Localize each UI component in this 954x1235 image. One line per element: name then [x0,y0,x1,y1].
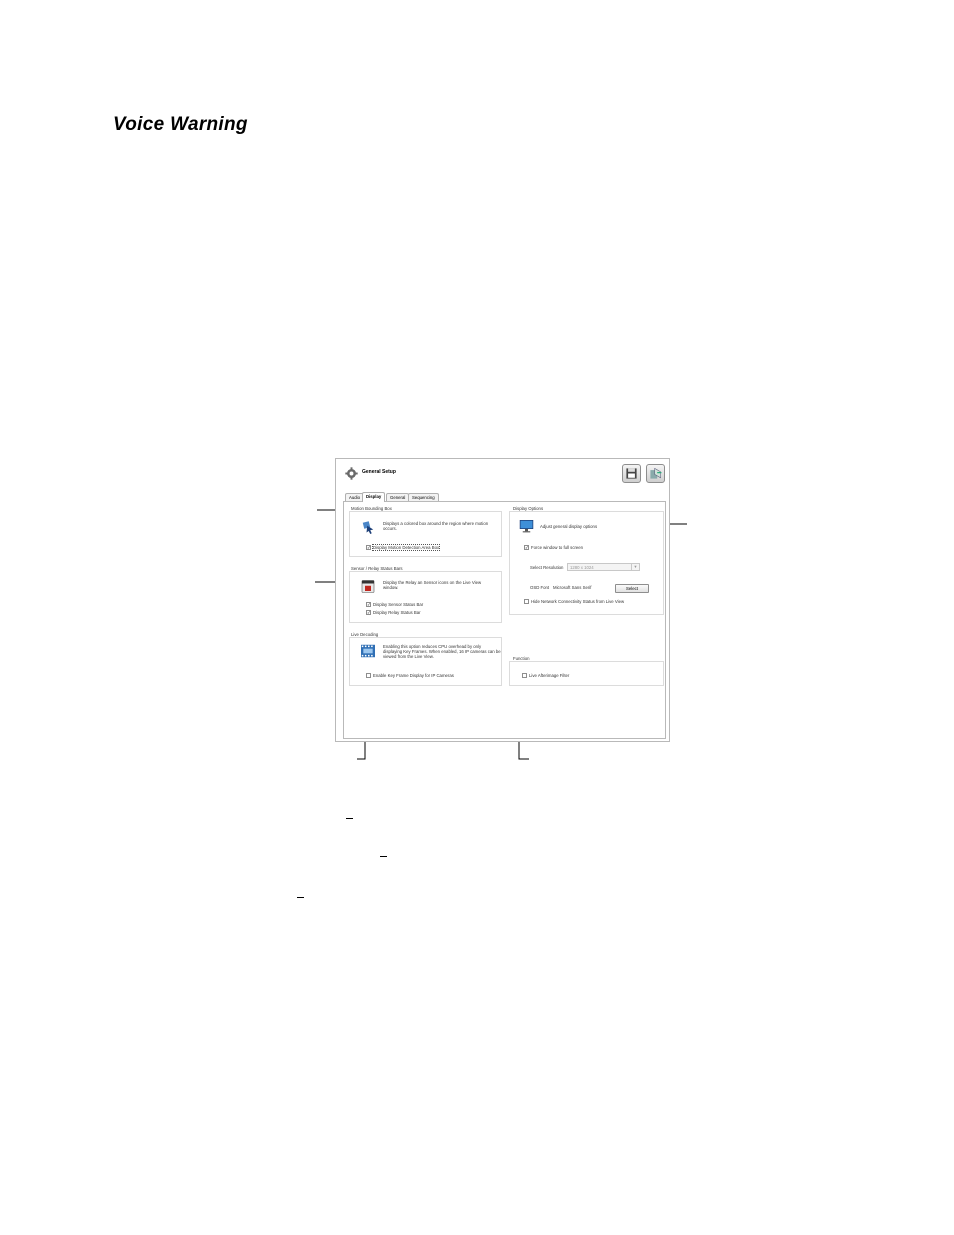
window-title: General Setup [362,469,396,475]
floppy-disk-icon [626,468,637,479]
motion-box-group: Displays a colored box around the region… [349,511,502,557]
gear-icon [345,467,358,480]
resolution-select[interactable]: 1280 x 1024 ▼ [567,563,640,571]
live-decoding-description: Enabling this option reduces CPU overhea… [383,644,501,660]
afterimage-filter-checkbox-label: Live Afterimage Filter [529,673,570,678]
relay-status-checkbox[interactable]: ✓ [366,610,371,615]
save-button[interactable] [622,464,641,483]
dash-mark [297,897,304,898]
dash-mark [380,856,387,857]
hide-network-checkbox-label: Hide Network Connectivity Status from Li… [531,599,625,604]
sensor-status-checkbox[interactable]: ✓ [366,602,371,607]
force-fullscreen-checkbox[interactable]: ✓ [524,545,529,550]
display-options-description: Adjust general display options [540,524,598,529]
exit-button[interactable] [646,464,665,483]
chevron-down-icon: ▼ [631,564,639,570]
film-icon [361,644,375,658]
resolution-label: Select Resolution [530,565,564,570]
tab-display[interactable]: Display [362,492,386,502]
sensor-status-checkbox-label: Display Sensor Status Bar [373,602,424,607]
display-tab-panel: Motion Bounding Box Displays a colored b… [343,501,666,739]
relay-icon [361,580,375,593]
resolution-value: 1280 x 1024 [570,565,594,570]
general-setup-window: General Setup Audio Display General Sequ… [335,458,670,742]
function-group: Live Afterimage Filter [509,661,664,686]
force-fullscreen-checkbox-label: Force window to full screen [531,545,584,550]
select-font-button[interactable]: Select [615,584,649,593]
motion-box-icon [362,521,374,534]
dash-mark [346,818,353,819]
monitor-icon [519,520,534,533]
key-frame-checkbox[interactable] [366,673,371,678]
afterimage-filter-checkbox[interactable] [522,673,527,678]
motion-box-checkbox[interactable]: ✓ [366,545,371,550]
osd-font-value: Microsoft Sans Serif [553,585,592,590]
osd-font-label: OSD Font [530,585,550,590]
key-frame-checkbox-label: Enable Key Frame Display for IP Cameras [373,673,454,678]
relay-status-checkbox-label: Display Relay Status Bar [373,610,421,615]
sensor-relay-description: Display the Relay an Sensor icons on the… [383,580,482,591]
hide-network-checkbox[interactable] [524,599,529,604]
display-options-group: Adjust general display options ✓ Force w… [509,511,664,615]
motion-box-checkbox-label: Display Motion Detection Area Box [371,544,441,551]
motion-box-description: Displays a colored box around the region… [383,521,489,532]
sensor-relay-group: Display the Relay an Sensor icons on the… [349,571,502,623]
live-decoding-group: Enabling this option reduces CPU overhea… [349,637,502,686]
exit-icon [650,467,662,479]
